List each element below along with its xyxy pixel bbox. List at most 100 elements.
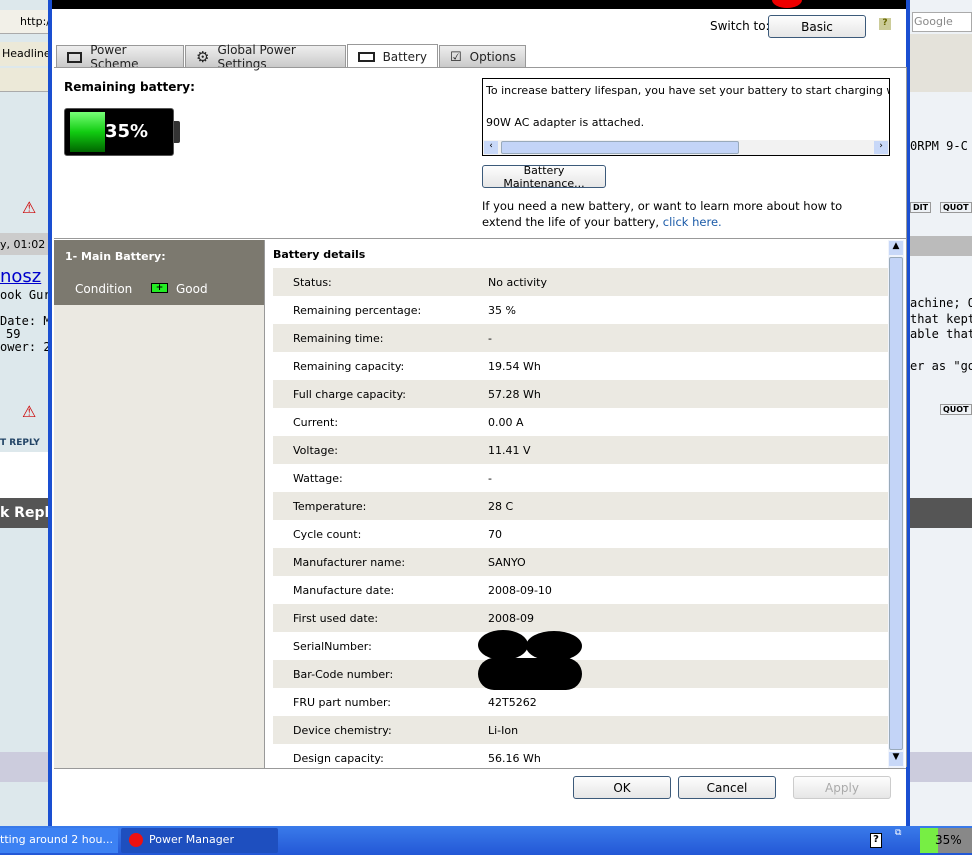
info-text: 90W AC adapter is attached. <box>486 116 645 129</box>
taskbar-item-power-manager[interactable]: Power Manager <box>121 828 278 853</box>
detail-row: First used date: 2008-09 <box>273 604 888 632</box>
horizontal-scrollbar[interactable]: ‹ › <box>483 140 889 155</box>
scroll-thumb[interactable] <box>501 141 739 154</box>
background-browser-left: http:// Headlines ⚠ y, 01:02 P nosz ook … <box>0 0 50 826</box>
detail-row: Cycle count: 70 <box>273 520 888 548</box>
battery-item-title: 1- Main Battery: <box>65 250 166 263</box>
detail-row: FRU part number: 42T5262 <box>273 688 888 716</box>
detail-key: Manufacturer name: <box>293 555 406 569</box>
detail-key: Voltage: <box>293 443 338 457</box>
battery-icon <box>358 51 375 62</box>
redaction-serial <box>478 630 528 660</box>
detail-key: First used date: <box>293 611 379 625</box>
detail-value: No activity <box>488 275 548 289</box>
scroll-right-icon[interactable]: › <box>874 141 888 154</box>
taskbar-item-browser[interactable]: tting around 2 hou... <box>0 828 118 853</box>
detail-key: Full charge capacity: <box>293 387 406 401</box>
detail-value: 56.16 Wh <box>488 751 541 765</box>
detail-key: Remaining time: <box>293 331 384 345</box>
bg-text: ook Guru <box>0 288 50 302</box>
detail-row: Voltage: 11.41 V <box>273 436 888 464</box>
help-tray-icon[interactable]: ? <box>870 833 882 848</box>
detail-key: Manufacture date: <box>293 583 395 597</box>
battery-details-table: Status: No activity Remaining percentage: 3… <box>273 268 888 768</box>
main-battery-item[interactable]: 1- Main Battery: Condition + Good <box>54 240 264 305</box>
scroll-down-icon[interactable]: ▼ <box>889 752 903 766</box>
detail-value: 2008-09 <box>488 611 534 625</box>
detail-row: Status: No activity <box>273 268 888 296</box>
scroll-up-icon[interactable]: ▲ <box>889 241 903 255</box>
detail-row: Design capacity: 56.16 Wh <box>273 744 888 768</box>
restore-tray-icon[interactable]: ⧉ <box>895 828 901 838</box>
tray-battery-meter[interactable]: 35% <box>920 828 972 853</box>
detail-row: Temperature: 28 C <box>273 492 888 520</box>
detail-row: Remaining time: - <box>273 324 888 352</box>
bg-text: 59 <box>6 327 21 341</box>
detail-value: 11.41 V <box>488 443 531 457</box>
detail-key: Design capacity: <box>293 751 384 765</box>
detail-row: Manufacture date: 2008-09-10 <box>273 576 888 604</box>
bg-text: 0RPM 9-C <box>910 139 968 153</box>
detail-row: Remaining capacity: 19.54 Wh <box>273 352 888 380</box>
bg-text: achine; O <box>910 296 972 310</box>
bg-text: k Reply <box>0 505 50 521</box>
help-icon[interactable]: ? <box>879 18 891 30</box>
detail-key: Device chemistry: <box>293 723 392 737</box>
basic-button[interactable]: Basic <box>768 15 866 38</box>
detail-value: Li-Ion <box>488 723 519 737</box>
bg-link[interactable]: nosz <box>0 266 41 287</box>
detail-key: Cycle count: <box>293 527 362 541</box>
detail-row: Current: 0.00 A <box>273 408 888 436</box>
click-here-link[interactable]: click here. <box>663 215 722 229</box>
condition-label: Condition <box>75 282 133 296</box>
battery-details-title: Battery details <box>273 248 366 261</box>
switch-to-label: Switch to: <box>710 19 770 33</box>
remaining-battery-label: Remaining battery: <box>64 80 195 94</box>
title-bar <box>52 0 906 9</box>
scroll-left-icon[interactable]: ‹ <box>484 141 498 154</box>
bg-text: Google <box>914 15 953 28</box>
apply-button[interactable]: Apply <box>793 776 891 799</box>
bg-text: QUOT <box>940 404 972 415</box>
power-manager-icon <box>129 833 143 847</box>
tab-power-scheme[interactable]: Power Scheme <box>56 43 184 71</box>
detail-value: SANYO <box>488 555 526 569</box>
battery-maintenance-button[interactable]: Battery Maintenance... <box>482 164 606 190</box>
battery-percent-text: 35% <box>105 121 149 142</box>
detail-key: Temperature: <box>293 499 367 513</box>
tab-battery[interactable]: Battery <box>347 44 438 68</box>
detail-row: Manufacturer name: SANYO <box>273 548 888 576</box>
help-text: If you need a new battery, or want to le… <box>482 198 882 230</box>
detail-row: Remaining percentage: 35 % <box>273 296 888 324</box>
battery-gauge-tip <box>174 121 180 143</box>
checkbox-icon: ☑ <box>450 49 462 65</box>
scroll-thumb[interactable] <box>889 257 903 750</box>
vertical-scrollbar[interactable]: ▲ ▼ <box>888 240 904 768</box>
detail-row: Wattage: - <box>273 464 888 492</box>
detail-value: 35 % <box>488 303 516 317</box>
detail-value: 57.28 Wh <box>488 387 541 401</box>
taskbar: tting around 2 hou... Power Manager ? ⧉ … <box>0 826 972 855</box>
gear-icon: ⚙ <box>196 48 210 66</box>
bg-text: y, 01:02 P <box>0 238 50 251</box>
tab-options[interactable]: ☑ Options <box>439 45 526 68</box>
bg-text: er as "goo <box>910 359 972 373</box>
detail-value: 19.54 Wh <box>488 359 541 373</box>
bg-text: that kept <box>910 312 972 326</box>
cancel-button[interactable]: Cancel <box>678 776 776 799</box>
tab-global-power-settings[interactable]: ⚙ Global Power Settings <box>185 43 346 71</box>
bg-text: Headlines <box>2 47 50 60</box>
detail-key: SerialNumber: <box>293 639 372 653</box>
redaction-barcode <box>478 658 582 690</box>
detail-value: - <box>488 331 492 345</box>
detail-key: Bar-Code number: <box>293 667 394 681</box>
ok-button[interactable]: OK <box>573 776 671 799</box>
detail-value: 2008-09-10 <box>488 583 552 597</box>
bg-text: T REPLY <box>0 438 40 448</box>
power-scheme-icon <box>67 51 83 63</box>
detail-value: 0.00 A <box>488 415 524 429</box>
detail-row: Device chemistry: Li-Ion <box>273 716 888 744</box>
redaction-serial <box>526 631 582 661</box>
detail-key: Wattage: <box>293 471 343 485</box>
bg-text: Date: Mar <box>0 314 50 328</box>
